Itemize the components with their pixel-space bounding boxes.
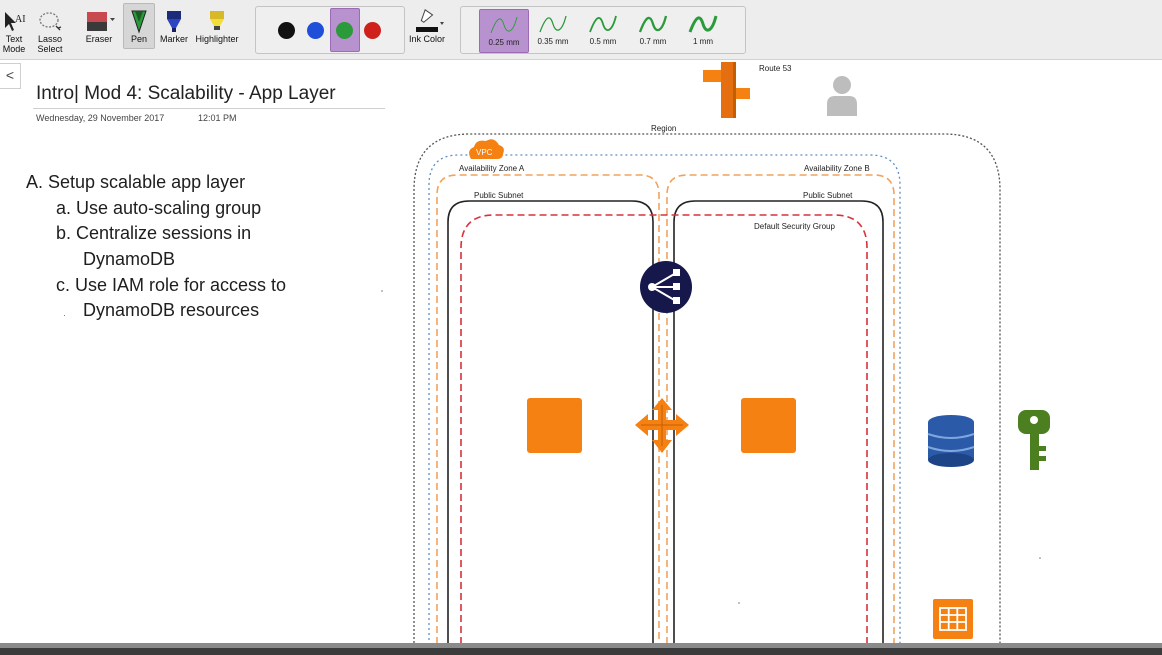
stray-ink-dot	[1039, 557, 1041, 559]
iam-key-icon	[1018, 410, 1050, 470]
availability-zone-a-label: Availability Zone A	[459, 164, 525, 173]
security-group-label: Default Security Group	[754, 222, 835, 231]
load-balancer-icon	[640, 261, 692, 313]
stray-ink-dot	[738, 602, 740, 604]
region-boundary	[413, 133, 1001, 655]
user-icon	[827, 76, 857, 116]
architecture-diagram	[381, 62, 1050, 655]
region-label: Region	[651, 124, 677, 133]
ec2-instance-a-icon	[527, 398, 582, 453]
public-subnet-b-label: Public Subnet	[803, 191, 853, 200]
horizontal-scrollbar[interactable]	[0, 643, 1162, 655]
table-grid-icon	[933, 599, 973, 639]
route53-icon	[703, 62, 750, 118]
stray-ink-dot	[381, 290, 383, 292]
ec2-instance-b-icon	[741, 398, 796, 453]
dynamodb-icon	[927, 415, 975, 467]
auto-scaling-icon	[635, 398, 689, 453]
vpc-label: VPC	[476, 148, 493, 157]
availability-zone-b-label: Availability Zone B	[804, 164, 870, 173]
public-subnet-a-label: Public Subnet	[474, 191, 524, 200]
scrollbar-thumb[interactable]	[0, 643, 1162, 648]
route53-label: Route 53	[759, 64, 792, 73]
